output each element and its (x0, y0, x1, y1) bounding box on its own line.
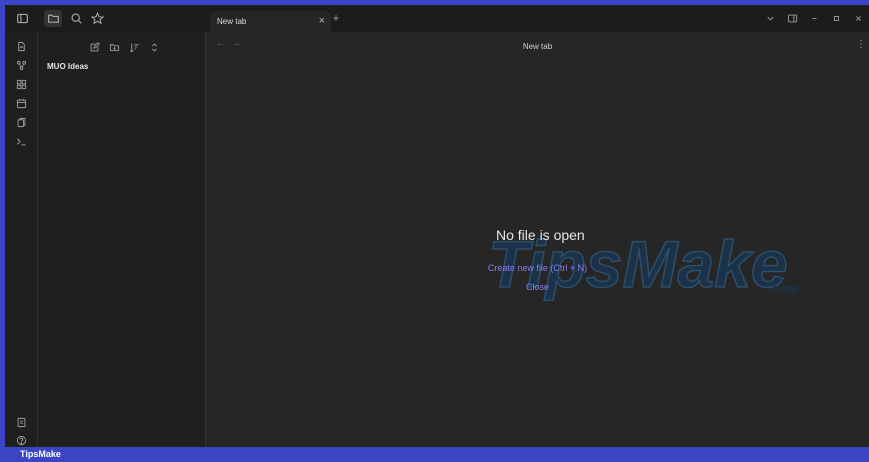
layout-icon[interactable] (781, 5, 803, 32)
empty-state-title: No file is open (496, 227, 585, 243)
sidebar-toggle-icon[interactable] (14, 11, 30, 27)
vault-name[interactable]: MUO Ideas (47, 62, 88, 71)
tab-title: New tab (217, 17, 247, 26)
help-icon[interactable] (13, 432, 30, 447)
ribbon (5, 32, 38, 447)
explorer-toolbar (86, 40, 166, 55)
close-icon[interactable] (847, 5, 869, 32)
chevron-down-icon[interactable] (759, 5, 781, 32)
tab-new-tab[interactable]: New tab × (210, 11, 331, 32)
sort-icon[interactable] (126, 40, 143, 55)
sidebar-header (5, 5, 206, 32)
window-controls (759, 5, 869, 32)
search-icon[interactable] (68, 11, 84, 27)
maximize-icon[interactable] (825, 5, 847, 32)
file-explorer: MUO Ideas (38, 32, 206, 447)
canvas-icon[interactable] (13, 76, 30, 93)
tab-close-icon[interactable]: × (319, 15, 325, 27)
new-note-icon[interactable] (86, 40, 103, 55)
new-tab-icon[interactable]: + (330, 12, 342, 24)
title-bar: New tab × + (5, 5, 869, 32)
more-options-icon[interactable]: ⋮ (856, 40, 866, 50)
close-link[interactable]: Close (206, 282, 869, 292)
view-title: New tab (522, 42, 553, 51)
folder-icon[interactable] (44, 10, 62, 27)
vault-switcher-icon[interactable] (13, 414, 30, 431)
command-palette-icon[interactable] (13, 133, 30, 150)
daily-note-icon[interactable] (13, 95, 30, 112)
graph-view-icon[interactable] (13, 57, 30, 74)
main-pane: ← → New tab ⋮ TipsMake .com No file is o… (206, 32, 869, 447)
footer-brand: TipsMake (20, 449, 61, 459)
collapse-icon[interactable] (146, 40, 163, 55)
footer-bar: TipsMake (0, 447, 869, 462)
open-quick-switcher-icon[interactable] (13, 38, 30, 55)
new-folder-icon[interactable] (106, 40, 123, 55)
star-icon[interactable] (89, 11, 105, 27)
create-new-file-link[interactable]: Create new file (Ctrl + N) (206, 263, 869, 273)
app-window: New tab × + MUO Ideas ← → New tab ⋮ Tips… (5, 5, 869, 447)
minimize-icon[interactable] (803, 5, 825, 32)
templates-icon[interactable] (13, 114, 30, 131)
